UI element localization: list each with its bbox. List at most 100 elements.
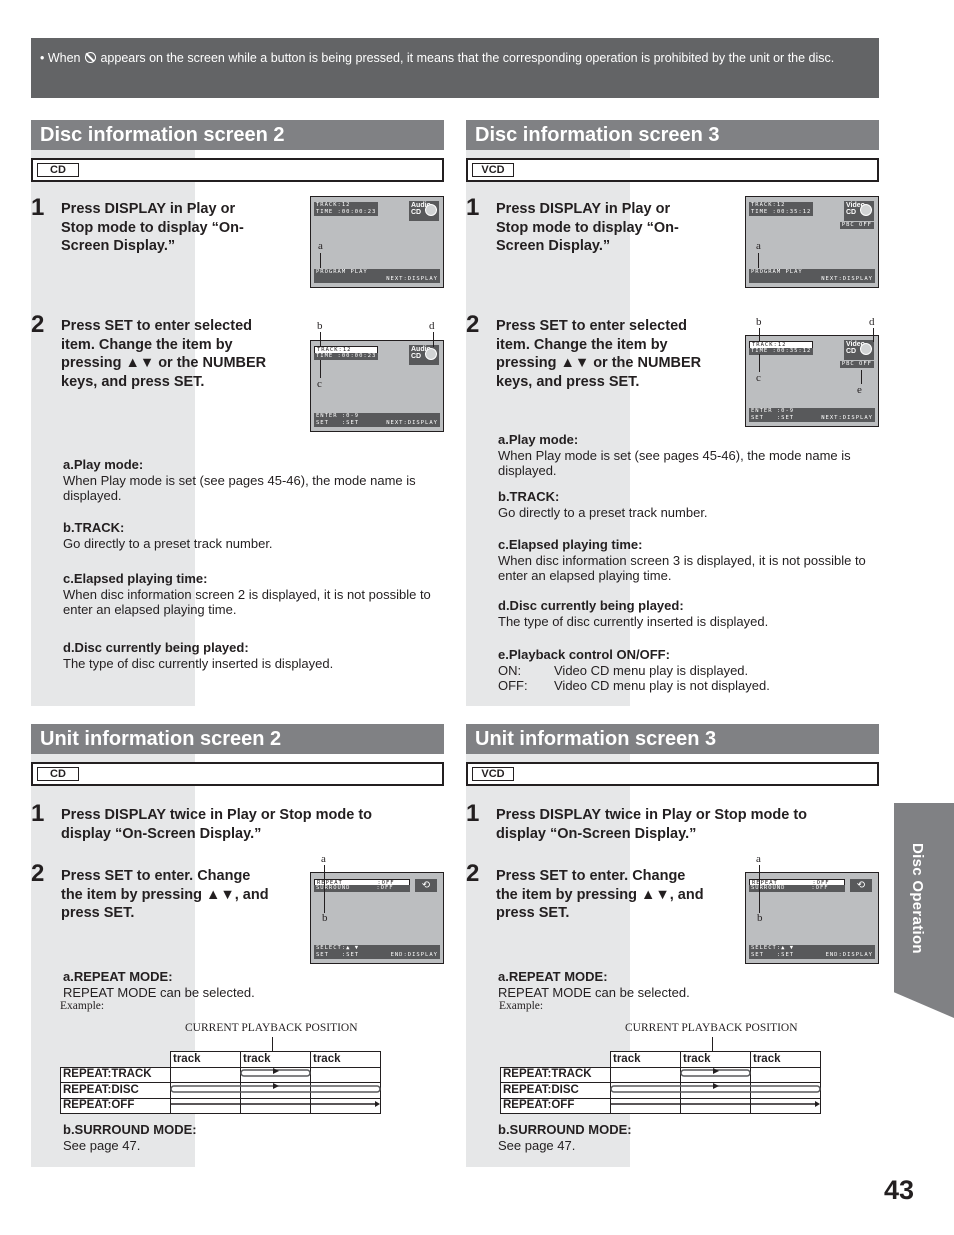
osd-hint: NEXT:DISPLAY — [386, 276, 438, 282]
desc-heading: a.Play mode: — [498, 432, 579, 447]
desc-heading: d.Disc currently being played: — [63, 640, 249, 655]
osd-mode: PROGRAM PLAY — [316, 269, 368, 275]
osd-set: SET :SET — [751, 415, 795, 421]
section-title: Unit information screen 3 — [466, 724, 879, 754]
logo-bottom: CD — [846, 348, 857, 355]
osd-hint: NEXT:DISPLAY — [821, 415, 873, 421]
osd-select: SELECT:▲ ▼ — [751, 945, 795, 951]
osd-track-time: TRACK:12 TIME :00:35:12 — [749, 202, 813, 216]
surround-mode-description: b.SURROUND MODE: See page 47. — [63, 1122, 443, 1153]
callout-b-line — [320, 332, 321, 347]
repeat-disc-arrow-icon — [273, 1083, 279, 1089]
callout-b: b — [757, 912, 763, 924]
osd-track: TRACK:12 — [751, 202, 786, 208]
item-description: e.Playback control ON/OFF: ON: Video CD m… — [498, 647, 878, 694]
callout-e: e — [857, 384, 862, 396]
current-playback-caption: CURRENT PLAYBACK POSITION — [185, 1022, 358, 1034]
notice-text-after: appears on the screen while a button is … — [96, 51, 835, 65]
step-number: 2 — [466, 311, 480, 338]
osd-bottom-bar: SELECT:▲ ▼ SET :SET END:DISPLAY — [314, 945, 440, 959]
step-number: 2 — [466, 860, 480, 887]
osd-pbc-status: PBC OFF — [839, 222, 874, 229]
osd-enter: ENTER :0-9 — [316, 413, 360, 419]
osd-unit-screen: REPEAT :OFF SURROUND :OFF ⟲ SELECT:▲ ▼ SE… — [310, 872, 444, 964]
repeat-disc-arrow-icon — [713, 1083, 719, 1089]
step-text: Press DISPLAY in Play or Stop mode to di… — [61, 201, 244, 254]
desc-heading: b.SURROUND MODE: — [63, 1122, 197, 1137]
step-number: 1 — [466, 800, 480, 827]
desc-heading: a.REPEAT MODE: — [63, 969, 173, 984]
callout-c-line — [759, 354, 760, 372]
step-number: 1 — [466, 194, 480, 221]
osd-time: TIME :00:35:12 — [751, 209, 812, 215]
desc-body: Go directly to a preset track number. — [498, 504, 708, 520]
callout-a: a — [756, 853, 761, 865]
item-description: b.TRACK: Go directly to a preset track nu… — [498, 489, 878, 520]
video-cd-logo-icon: Video CD — [844, 340, 874, 360]
desc-heading: c.Elapsed playing time: — [63, 571, 208, 586]
repeat-diagram-arrows — [170, 1068, 381, 1107]
callout-b: b — [756, 316, 762, 328]
section-unit-info-3: Unit information screen 3 VCD 1 Press DI… — [466, 724, 880, 1167]
desc-row-key: OFF: — [498, 678, 528, 693]
osd-mode: PROGRAM PLAY — [751, 269, 803, 275]
callout-a: a — [318, 240, 323, 252]
desc-row-value: Video CD menu play is not displayed. — [554, 678, 770, 693]
callout-d: d — [429, 320, 435, 332]
prohibited-icon — [84, 52, 96, 63]
repeat-icon: ⟲ — [415, 879, 437, 892]
audio-cd-logo-icon: Audio CD — [409, 201, 439, 221]
logo-bottom: CD — [846, 209, 857, 216]
step-number: 1 — [31, 800, 45, 827]
osd-set: SET :SET — [316, 420, 360, 426]
desc-body: The type of disc currently inserted is d… — [498, 613, 769, 629]
item-description: b.TRACK: Go directly to a preset track nu… — [63, 520, 443, 551]
desc-heading: a.Play mode: — [63, 457, 144, 472]
page-number: 43 — [884, 1175, 915, 1205]
row-label: REPEAT:DISC — [500, 1082, 611, 1099]
audio-cd-logo-icon: Audio CD — [409, 345, 439, 365]
desc-row-key: ON: — [498, 662, 522, 678]
osd-surround: SURROUND :OFF — [749, 885, 845, 892]
step-number: 2 — [31, 311, 45, 338]
chapter-side-tab: Disc Operation — [894, 803, 954, 1018]
osd-bottom-bar: PROGRAM PLAY NEXT:DISPLAY — [314, 269, 440, 283]
osd-screen-edit: TRACK:12 TIME :00:00:23 Audio CD ENTER :0… — [310, 340, 444, 432]
desc-body: REPEAT MODE can be selected. — [498, 984, 690, 1000]
desc-body: When Play mode is set (see pages 45-46),… — [498, 447, 851, 479]
osd-track-time: TRACK:12 TIME :00:00:23 — [314, 202, 378, 216]
step-text: Press SET to enter. Change the item by p… — [61, 868, 269, 921]
desc-heading: b.TRACK: — [63, 520, 125, 535]
disc-type-tag: VCD — [472, 163, 514, 177]
osd-set: SET :SET — [316, 952, 360, 958]
desc-body: When disc information screen 2 is displa… — [63, 586, 431, 618]
desc-row: ON: Video CD menu play is displayed. — [498, 663, 878, 679]
column-header: track — [310, 1051, 381, 1068]
row-label: REPEAT:OFF — [60, 1097, 171, 1114]
osd-bottom-bar: SELECT:▲ ▼ SET :SET END:DISPLAY — [749, 945, 875, 959]
disc-type-tag: CD — [37, 163, 79, 177]
callout-b-line — [759, 328, 760, 342]
desc-body: See page 47. — [63, 1137, 141, 1153]
empty-cell — [501, 1052, 611, 1068]
desc-heading: b.SURROUND MODE: — [498, 1122, 632, 1137]
disc-type-tag: VCD — [472, 767, 514, 781]
step-number: 1 — [31, 194, 45, 221]
step-number: 2 — [31, 860, 45, 887]
repeat-track-arrow-icon — [713, 1068, 719, 1074]
callout-c: c — [756, 372, 761, 384]
item-description: d.Disc currently being played: The type o… — [63, 640, 443, 671]
osd-bottom-bar: ENTER :0-9 SET :SET NEXT:DISPLAY — [749, 408, 875, 422]
row-label: REPEAT:OFF — [500, 1097, 611, 1114]
osd-time: TIME :00:00:23 — [314, 353, 378, 360]
section-disc-info-3: Disc information screen 3 VCD 1 Press DI… — [466, 120, 880, 706]
callout-a-line — [320, 253, 321, 268]
desc-body: The type of disc currently inserted is d… — [63, 655, 334, 671]
osd-surround: SURROUND :OFF — [314, 885, 410, 892]
column-header: track — [680, 1051, 751, 1068]
column-header: track — [170, 1051, 241, 1068]
example-label: Example: — [60, 1000, 105, 1012]
desc-heading: a.REPEAT MODE: — [498, 969, 608, 984]
callout-c-line — [320, 360, 321, 378]
callout-a-line — [758, 253, 759, 268]
